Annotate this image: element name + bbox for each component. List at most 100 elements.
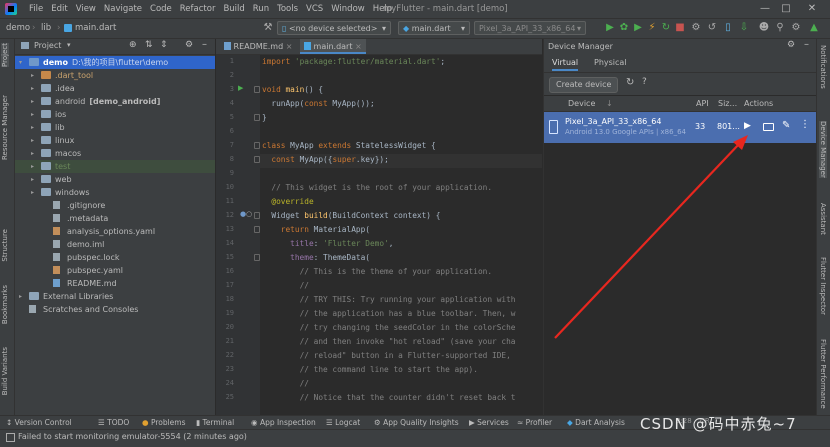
column-device[interactable]: Device: [568, 99, 595, 108]
code-line[interactable]: title: 'Flutter Demo',: [262, 239, 393, 248]
status-toggle-icon[interactable]: [6, 433, 15, 442]
breadcrumb-lib[interactable]: lib: [41, 23, 51, 33]
tree-item[interactable]: ▸ ios: [15, 108, 215, 121]
help-icon[interactable]: ?: [642, 77, 647, 87]
gear-icon[interactable]: ⚙: [185, 40, 193, 50]
menu-item-window[interactable]: Window: [331, 4, 365, 14]
gear-icon[interactable]: ⚙: [787, 40, 795, 50]
tree-item[interactable]: analysis_options.yaml: [15, 225, 215, 238]
code-line[interactable]: // reload" button in a Flutter-supported…: [262, 351, 511, 360]
avd-selector[interactable]: Pixel_3a_API_33_x86_64 ▾: [474, 21, 586, 35]
sync-gradle-icon[interactable]: ↺: [706, 22, 718, 34]
code-line[interactable]: }: [262, 113, 267, 122]
chevron-right-icon[interactable]: ▸: [31, 173, 34, 186]
expand-all-icon[interactable]: ⇅: [145, 40, 153, 50]
debug-icon[interactable]: ✿: [618, 22, 630, 34]
menu-item-vcs[interactable]: VCS: [306, 4, 323, 14]
tree-item[interactable]: ▸ windows: [15, 186, 215, 199]
chevron-down-icon[interactable]: ▾: [19, 56, 22, 69]
chevron-right-icon[interactable]: ▸: [31, 69, 34, 82]
menu-item-code[interactable]: Code: [150, 4, 172, 14]
search-everywhere-icon[interactable]: ⚲: [774, 22, 786, 34]
tree-item[interactable]: ▸ linux: [15, 134, 215, 147]
tree-item[interactable]: ▸ macos: [15, 147, 215, 160]
chevron-right-icon[interactable]: ▸: [31, 147, 34, 160]
tree-item[interactable]: ▾ demo D:\我的项目\flutter\demo: [15, 56, 215, 69]
fold-icon[interactable]: [254, 226, 260, 233]
project-view-selector[interactable]: Project: [34, 41, 61, 50]
chevron-right-icon[interactable]: ▸: [31, 160, 34, 173]
run-config-selector[interactable]: ◆ main.dart ▾: [398, 21, 470, 35]
project-tool-tab[interactable]: Project: [1, 43, 9, 67]
close-icon[interactable]: ✕: [805, 2, 819, 16]
tree-item[interactable]: ▸ web: [15, 173, 215, 186]
tab-main-dart[interactable]: main.dart ×: [300, 39, 366, 54]
device-manager-icon[interactable]: ▯: [722, 22, 734, 34]
menu-item-edit[interactable]: Edit: [51, 4, 67, 14]
column-api[interactable]: API: [696, 99, 709, 108]
terminal-tool[interactable]: ▮ Terminal: [196, 418, 234, 427]
code-line[interactable]: theme: ThemeData(: [262, 253, 370, 262]
breadcrumb-main-dart[interactable]: main.dart: [75, 23, 116, 33]
tab-readme[interactable]: README.md ×: [224, 39, 292, 54]
chevron-right-icon[interactable]: ▸: [31, 186, 34, 199]
code-line[interactable]: const MyApp({super.key});: [262, 155, 388, 164]
tree-item[interactable]: pubspec.yaml: [15, 264, 215, 277]
minimize-icon[interactable]: —: [758, 2, 772, 16]
tree-item[interactable]: .gitignore: [15, 199, 215, 212]
code-line[interactable]: // try changing the seedColor in the col…: [262, 323, 516, 332]
code-line[interactable]: void main() {: [262, 85, 323, 94]
tree-item[interactable]: ▸ External Libraries: [15, 290, 215, 303]
chevron-right-icon[interactable]: ▸: [31, 121, 34, 134]
app-inspection-tool[interactable]: ◉ App Inspection: [251, 418, 316, 427]
locate-file-icon[interactable]: ⊕: [129, 40, 137, 50]
device-selector[interactable]: ▯ <no device selected> ▾: [277, 21, 391, 35]
menu-item-tools[interactable]: Tools: [277, 4, 298, 14]
logcat-tool[interactable]: ☰ Logcat: [326, 418, 360, 427]
hide-panel-icon[interactable]: –: [804, 39, 809, 50]
chevron-down-icon[interactable]: ▾: [67, 41, 71, 49]
menu-item-file[interactable]: File: [29, 4, 43, 14]
resource-manager-tool-tab[interactable]: Resource Manager: [1, 95, 9, 160]
device-row[interactable]: Pixel_3a_API_33_x86_64 Android 13.0 Goog…: [544, 112, 817, 143]
assistant-tool-tab[interactable]: Assistant: [819, 203, 827, 235]
fold-icon[interactable]: [254, 254, 260, 261]
fold-icon[interactable]: [254, 86, 260, 93]
stop-icon[interactable]: ■: [674, 22, 686, 34]
tree-item[interactable]: pubspec.lock: [15, 251, 215, 264]
fold-icon[interactable]: [254, 114, 260, 121]
code-line[interactable]: // This is the theme of your application…: [262, 267, 492, 276]
menu-item-refactor[interactable]: Refactor: [180, 4, 216, 14]
refresh-icon[interactable]: ↻: [626, 77, 634, 88]
code-line[interactable]: @override: [262, 197, 313, 206]
tree-item[interactable]: README.md: [15, 277, 215, 290]
chevron-right-icon[interactable]: ▸: [31, 134, 34, 147]
more-actions-icon[interactable]: ⋮: [800, 119, 810, 130]
hammer-icon[interactable]: ⚒: [262, 22, 274, 34]
chevron-right-icon[interactable]: ▸: [31, 108, 34, 121]
attach-debugger-icon[interactable]: ⚙: [690, 22, 702, 34]
todo-tool[interactable]: ☰ TODO: [98, 418, 129, 427]
flutter-inspector-tool-tab[interactable]: Flutter Inspector: [819, 257, 827, 315]
problems-tool[interactable]: ● Problems: [142, 418, 186, 427]
version-control-tool[interactable]: ↕ Version Control: [6, 418, 72, 427]
code-line[interactable]: // TRY THIS: Try running your applicatio…: [262, 295, 516, 304]
tree-item[interactable]: ▸ android [demo_android]: [15, 95, 215, 108]
column-size[interactable]: Siz...: [718, 99, 737, 108]
fold-icon[interactable]: [254, 156, 260, 163]
services-tool[interactable]: ▶ Services: [469, 418, 509, 427]
code-area[interactable]: 1 import 'package:flutter/material.dart';…: [216, 55, 542, 415]
hot-reload-icon[interactable]: ⚡: [646, 22, 658, 34]
column-actions[interactable]: Actions: [744, 99, 773, 108]
code-line[interactable]: // the application has a blue toolbar. T…: [262, 309, 516, 318]
status-message[interactable]: Failed to start monitoring emulator-5554…: [18, 432, 247, 441]
bookmarks-tool-tab[interactable]: Bookmarks: [1, 285, 9, 324]
code-line[interactable]: // and then invoke "hot reload" (save yo…: [262, 337, 516, 346]
hide-panel-icon[interactable]: –: [202, 39, 207, 50]
code-line[interactable]: Widget build(BuildContext context) {: [262, 211, 440, 220]
chevron-right-icon[interactable]: ▸: [31, 82, 34, 95]
breakpoint-gutter-icon[interactable]: ○: [246, 210, 252, 218]
run-icon[interactable]: ▶: [604, 22, 616, 34]
tab-virtual[interactable]: Virtual: [552, 58, 579, 71]
code-line[interactable]: //: [262, 281, 309, 290]
